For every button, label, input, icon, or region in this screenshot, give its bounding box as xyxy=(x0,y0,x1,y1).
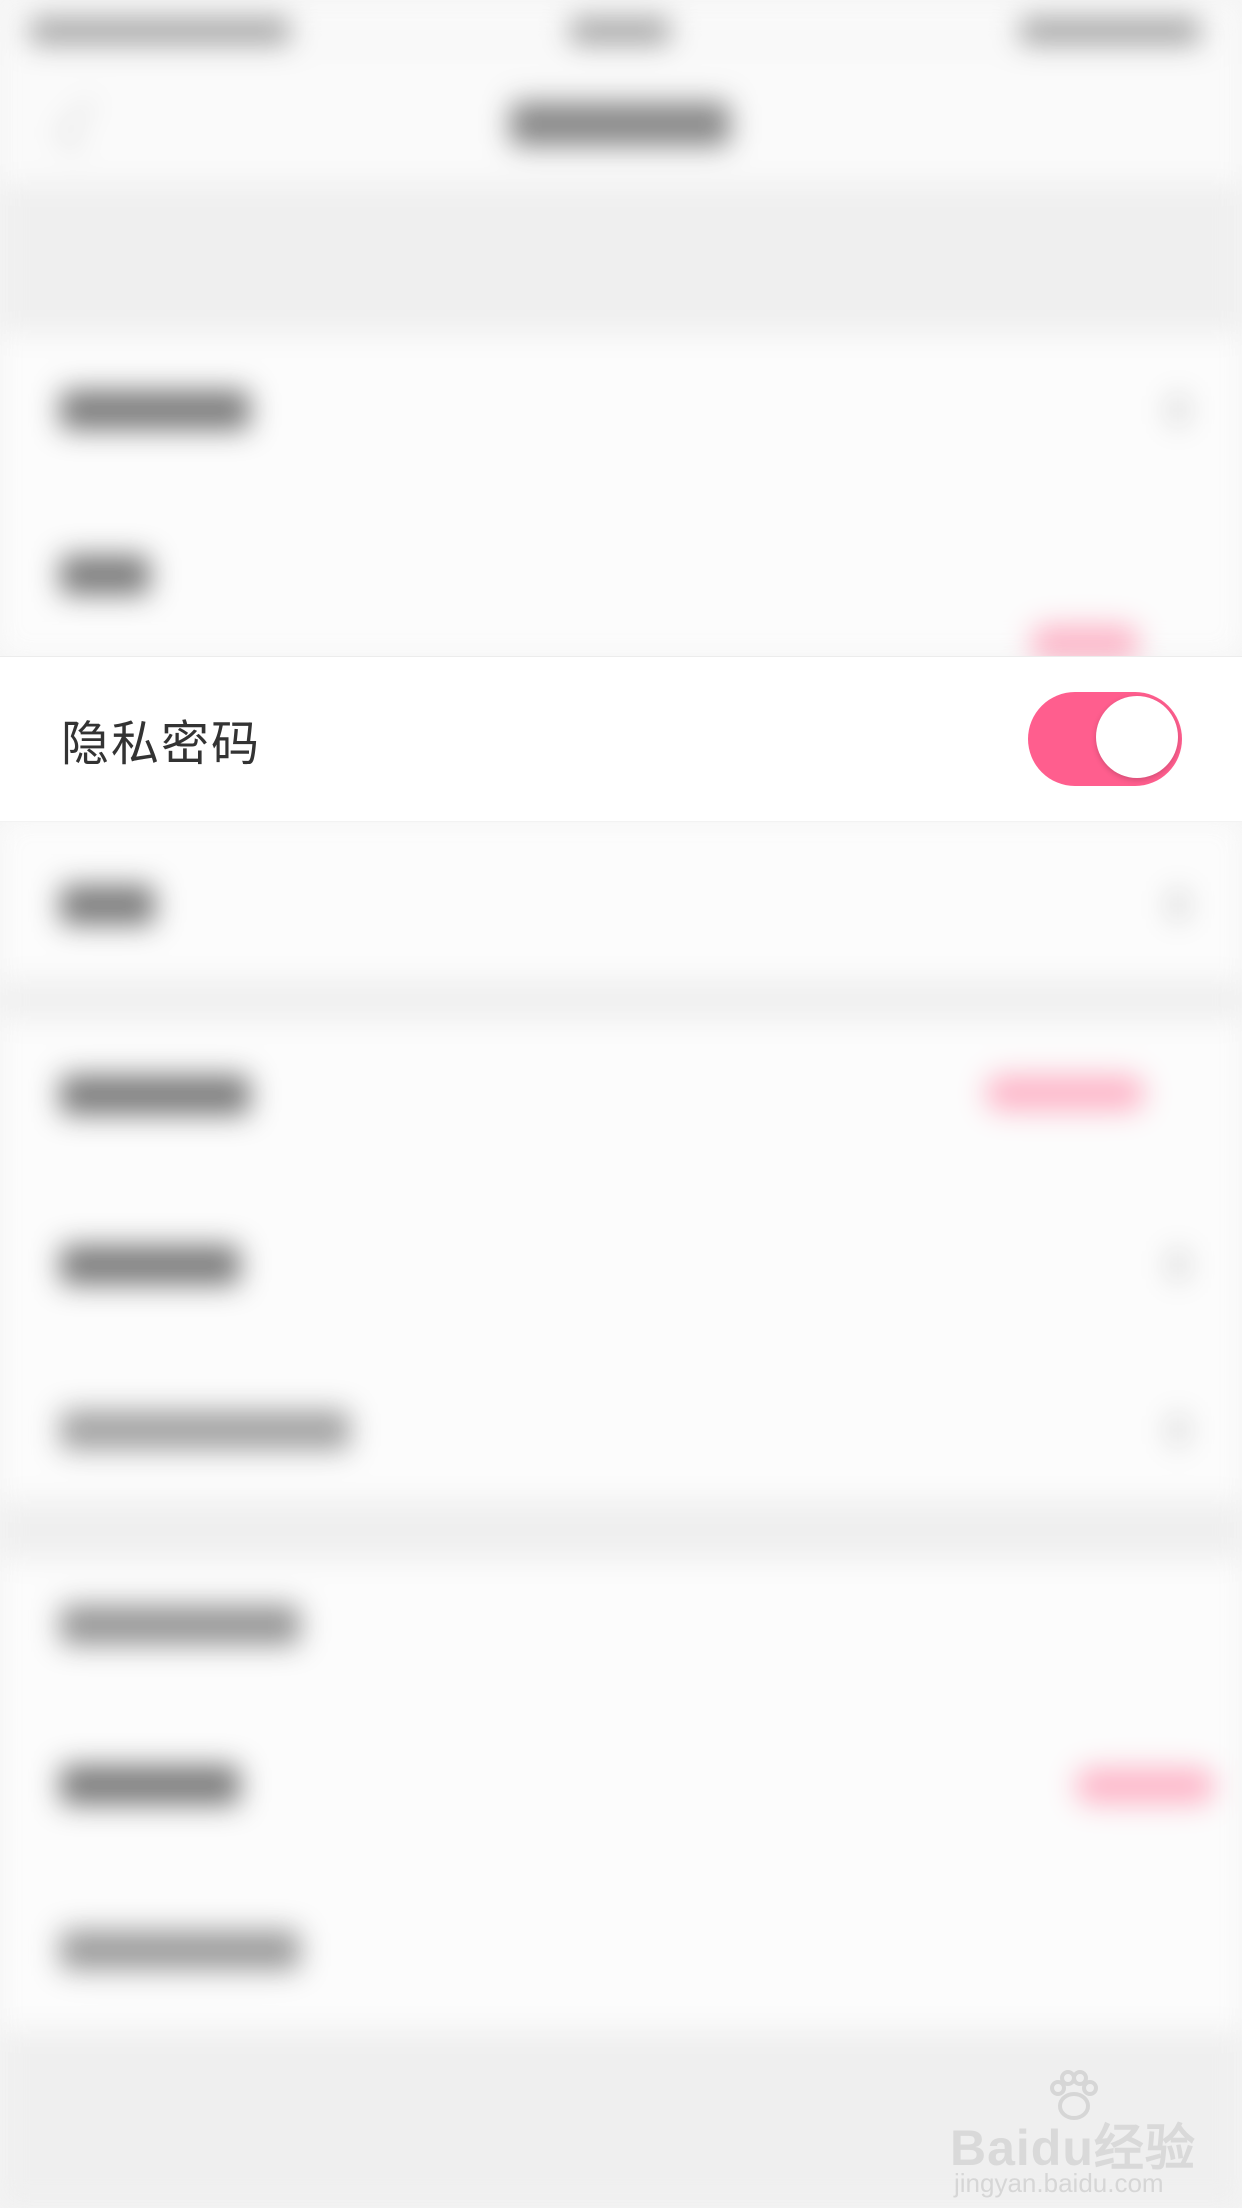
nav-bar xyxy=(0,64,1242,184)
status-bar xyxy=(0,0,1242,64)
baidu-watermark: Baidu经验 jingyan.baidu.com xyxy=(950,2068,1230,2198)
privacy-password-row: 隐私密码 xyxy=(0,656,1242,822)
back-icon[interactable] xyxy=(58,101,109,152)
privacy-password-toggle[interactable] xyxy=(1028,692,1182,786)
toggle-knob xyxy=(1096,696,1178,778)
page-title xyxy=(510,102,730,146)
screen: 隐私密码 Baidu经验 jingyan.baidu.com xyxy=(0,0,1242,2208)
watermark-url: jingyan.baidu.com xyxy=(954,2168,1164,2198)
blurred-background xyxy=(0,0,1242,2208)
privacy-password-label: 隐私密码 xyxy=(61,716,262,772)
